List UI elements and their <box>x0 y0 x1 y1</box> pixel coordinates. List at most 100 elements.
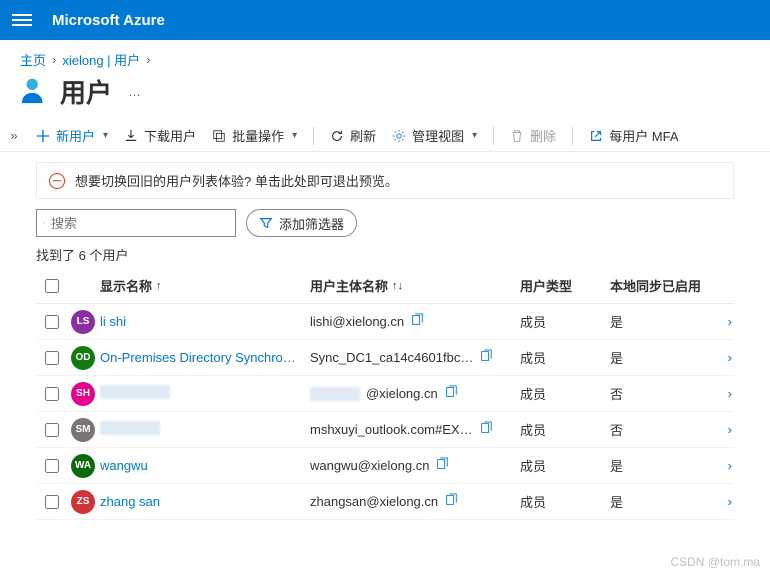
preview-exit-banner[interactable]: 想要切换回旧的用户列表体验? 单击此处即可退出预览。 <box>36 162 734 199</box>
brand-label: Microsoft Azure <box>52 12 165 29</box>
add-filter-label: 添加筛选器 <box>279 214 344 233</box>
table-row: LS li shi lishi@xielong.cn 成员是› <box>36 304 734 340</box>
row-arrow-icon[interactable]: › <box>710 422 734 437</box>
breadcrumb-path[interactable]: xielong | 用户 <box>62 50 140 69</box>
new-user-button[interactable]: 新用户 ▾ <box>36 126 108 145</box>
chevron-down-icon: ▾ <box>292 130 297 141</box>
sync-enabled: 否 <box>610 384 710 403</box>
sync-enabled: 是 <box>610 348 710 367</box>
redacted-text <box>100 385 170 399</box>
row-checkbox[interactable] <box>45 351 59 365</box>
refresh-button[interactable]: 刷新 <box>330 126 376 145</box>
row-arrow-icon[interactable]: › <box>710 314 734 329</box>
bulk-label: 批量操作 <box>232 126 284 145</box>
plus-icon <box>36 129 50 143</box>
delete-button: 删除 <box>510 126 556 145</box>
add-filter-button[interactable]: 添加筛选器 <box>246 209 357 237</box>
watermark: CSDN @tom.ma <box>670 555 760 569</box>
breadcrumb: 主页 › xielong | 用户 › <box>0 40 770 69</box>
top-bar: Microsoft Azure <box>0 0 770 40</box>
table-row: ODOn-Premises Directory Synchro…Sync_DC1… <box>36 340 734 376</box>
row-checkbox[interactable] <box>45 495 59 509</box>
mfa-button[interactable]: 每用户 MFA <box>589 126 678 145</box>
toolbar: » 新用户 ▾ 下载用户 批量操作 ▾ 刷新 管 <box>0 122 770 152</box>
breadcrumb-home[interactable]: 主页 <box>20 50 46 69</box>
table-row: SMmshxuyi_outlook.com#EX…成员否› <box>36 412 734 448</box>
row-checkbox[interactable] <box>45 315 59 329</box>
avatar: ZS <box>71 490 95 514</box>
delete-label: 删除 <box>530 126 556 145</box>
trash-icon <box>510 129 524 143</box>
chevron-right-icon: › <box>52 52 56 67</box>
sync-enabled: 是 <box>610 492 710 511</box>
row-checkbox[interactable] <box>45 423 59 437</box>
hamburger-icon[interactable] <box>12 14 32 26</box>
external-link-icon <box>589 129 603 143</box>
search-box[interactable] <box>36 209 236 237</box>
search-input[interactable] <box>45 215 229 232</box>
copy-icon[interactable] <box>444 493 458 510</box>
avatar: LS <box>71 310 95 334</box>
sync-enabled: 是 <box>610 312 710 331</box>
divider <box>493 127 494 145</box>
select-all-checkbox[interactable] <box>45 279 59 293</box>
avatar: WA <box>71 454 95 478</box>
avatar: SM <box>71 418 95 442</box>
row-checkbox[interactable] <box>45 387 59 401</box>
download-icon <box>124 129 138 143</box>
new-user-label: 新用户 <box>56 126 95 145</box>
filter-icon <box>259 216 273 230</box>
user-name-link[interactable]: li shi <box>100 314 126 329</box>
page-header: 用户 … <box>0 69 770 122</box>
upn-text: Sync_DC1_ca14c4601fbc… <box>310 350 473 365</box>
row-arrow-icon[interactable]: › <box>710 494 734 509</box>
user-type: 成员 <box>520 492 610 511</box>
banner-text: 想要切换回旧的用户列表体验? 单击此处即可退出预览。 <box>75 171 398 190</box>
sync-enabled: 是 <box>610 456 710 475</box>
table-row: ZS zhang san zhangsan@xielong.cn 成员是› <box>36 484 734 520</box>
more-button[interactable]: … <box>128 84 141 99</box>
upn-text: lishi@xielong.cn <box>310 314 404 329</box>
sync-enabled: 否 <box>610 420 710 439</box>
gear-icon <box>392 129 406 143</box>
row-arrow-icon[interactable]: › <box>710 458 734 473</box>
avatar: SH <box>71 382 95 406</box>
manage-view-button[interactable]: 管理视图 ▾ <box>392 126 477 145</box>
download-users-button[interactable]: 下载用户 <box>124 126 196 145</box>
col-display-name[interactable]: 显示名称 ↑ <box>100 276 310 295</box>
copy-icon[interactable] <box>435 457 449 474</box>
col-type[interactable]: 用户类型 <box>520 276 610 295</box>
row-arrow-icon[interactable]: › <box>710 386 734 401</box>
user-type: 成员 <box>520 312 610 331</box>
user-name-link[interactable]: zhang san <box>100 494 160 509</box>
col-upn[interactable]: 用户主体名称 ↑↓ <box>310 276 520 295</box>
page-title: 用户 <box>60 73 112 110</box>
row-arrow-icon[interactable]: › <box>710 350 734 365</box>
sort-icon: ↑↓ <box>392 280 403 292</box>
chevron-down-icon: ▾ <box>472 130 477 141</box>
copy-icon[interactable] <box>444 385 458 402</box>
search-row: 添加筛选器 <box>0 209 770 237</box>
copy-icon[interactable] <box>410 313 424 330</box>
refresh-label: 刷新 <box>350 126 376 145</box>
upn-text: zhangsan@xielong.cn <box>310 494 438 509</box>
exit-preview-icon <box>49 173 65 189</box>
row-checkbox[interactable] <box>45 459 59 473</box>
refresh-icon <box>330 129 344 143</box>
bulk-ops-button[interactable]: 批量操作 ▾ <box>212 126 297 145</box>
user-name-link[interactable]: wangwu <box>100 458 148 473</box>
user-type: 成员 <box>520 456 610 475</box>
chevron-down-icon: ▾ <box>103 130 108 141</box>
expand-sidebar-button[interactable]: » <box>0 128 28 143</box>
copy-icon[interactable] <box>479 349 493 366</box>
col-sync[interactable]: 本地同步已启用 <box>610 276 710 295</box>
upn-text: mshxuyi_outlook.com#EX… <box>310 422 473 437</box>
download-label: 下载用户 <box>144 126 196 145</box>
table-row: SH@xielong.cn成员否› <box>36 376 734 412</box>
user-name-link[interactable]: On-Premises Directory Synchro… <box>100 350 296 365</box>
mfa-label: 每用户 MFA <box>609 126 678 145</box>
chevron-right-icon: › <box>146 52 150 67</box>
result-count: 找到了 6 个用户 <box>0 237 770 268</box>
redacted-text <box>100 421 160 435</box>
copy-icon[interactable] <box>479 421 493 438</box>
